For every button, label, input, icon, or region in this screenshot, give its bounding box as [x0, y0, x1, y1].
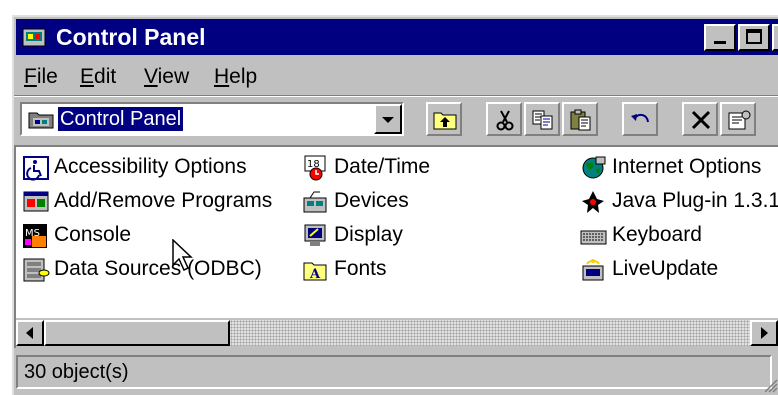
paste-icon — [570, 109, 591, 131]
menu-edit-label: dit — [94, 65, 117, 88]
cut-icon — [496, 110, 514, 131]
delete-icon — [691, 110, 711, 130]
close-button[interactable] — [772, 24, 778, 51]
menu-separator — [14, 95, 778, 97]
data-sources-icon — [23, 258, 50, 282]
menu-file-label: ile — [36, 65, 58, 88]
scroll-thumb[interactable] — [44, 320, 230, 346]
horizontal-scrollbar[interactable] — [14, 318, 778, 348]
copy-icon — [532, 110, 553, 130]
display-icon — [304, 224, 326, 246]
fonts-icon: A — [303, 262, 327, 282]
accessibility-icon — [23, 156, 49, 181]
menu-file-mnemonic: F — [24, 65, 37, 88]
item-label: Keyboard — [612, 223, 702, 246]
console-icon: MS — [23, 224, 47, 248]
status-text: 30 object(s) — [24, 361, 129, 383]
menu-view[interactable]: View — [144, 65, 189, 89]
date-time-icon: 18 — [304, 155, 326, 181]
menu-bar: File Edit View Help — [14, 57, 778, 95]
keyboard-icon — [580, 230, 607, 245]
item-label: Devices — [334, 189, 409, 212]
chevron-down-icon — [382, 117, 394, 123]
menu-view-label: iew — [157, 65, 190, 88]
item-label: Add/Remove Programs — [54, 189, 273, 212]
undo-button[interactable] — [622, 102, 658, 136]
menu-help[interactable]: Help — [214, 65, 257, 89]
item-label: Display — [334, 223, 403, 246]
delete-button[interactable] — [682, 102, 718, 136]
address-value: Control Panel — [58, 107, 184, 131]
item-label: Data Sources (ODBC) — [54, 257, 262, 280]
copy-button[interactable] — [524, 102, 560, 136]
control-panel-icon — [22, 28, 46, 47]
toolbar: Control Panel — [14, 99, 778, 141]
up-one-level-icon — [433, 112, 457, 130]
liveupdate-icon — [582, 259, 604, 281]
scroll-left-button[interactable] — [16, 320, 44, 346]
resize-grip-icon[interactable] — [760, 375, 778, 393]
item-label: Console — [54, 223, 132, 246]
devices-icon — [303, 191, 327, 213]
item-label: Date/Time — [334, 155, 431, 178]
menu-file[interactable]: File — [24, 65, 58, 89]
item-label: Accessibility Options — [54, 155, 247, 178]
close-icon — [774, 26, 778, 49]
item-label: LiveUpdate — [612, 257, 719, 280]
properties-icon — [728, 110, 751, 130]
menu-edit-mnemonic: E — [80, 65, 95, 88]
address-combobox[interactable]: Control Panel — [20, 102, 404, 136]
paste-button[interactable] — [562, 102, 598, 136]
cut-button[interactable] — [486, 102, 522, 136]
control-panel-window: Control Panel File Edit View Help Contro… — [12, 15, 778, 395]
add-remove-programs-icon — [23, 191, 49, 212]
item-label: Java Plug-in 1.3.1 — [612, 189, 778, 212]
internet-options-icon — [582, 156, 606, 179]
scroll-right-button[interactable] — [750, 320, 778, 346]
minimize-button[interactable] — [704, 24, 736, 51]
up-one-level-button[interactable] — [426, 102, 462, 136]
address-dropdown-button[interactable] — [374, 104, 402, 134]
arrow-left-icon — [26, 327, 33, 339]
menu-help-label: elp — [229, 65, 258, 88]
status-bar: 30 object(s) — [14, 351, 778, 395]
mouse-pointer-icon — [172, 239, 193, 272]
minimize-icon — [714, 41, 726, 44]
svg-text:A: A — [309, 267, 321, 282]
menu-view-mnemonic: V — [144, 65, 158, 88]
properties-button[interactable] — [720, 102, 756, 136]
window-title: Control Panel — [56, 24, 206, 50]
arrow-right-icon — [761, 327, 768, 339]
maximize-button[interactable] — [738, 24, 770, 51]
undo-icon — [631, 113, 649, 123]
menu-help-mnemonic: H — [214, 65, 230, 88]
item-label: Internet Options — [612, 155, 762, 178]
icon-view[interactable]: Accessibility Options Add/Remove Program… — [14, 145, 778, 319]
maximize-icon — [746, 29, 762, 44]
folder-icon — [28, 112, 54, 129]
status-pane: 30 object(s) — [16, 355, 772, 389]
item-label: Fonts — [334, 257, 387, 280]
title-bar[interactable]: Control Panel — [16, 19, 778, 55]
menu-edit[interactable]: Edit — [80, 65, 116, 89]
java-plugin-icon — [582, 191, 604, 213]
